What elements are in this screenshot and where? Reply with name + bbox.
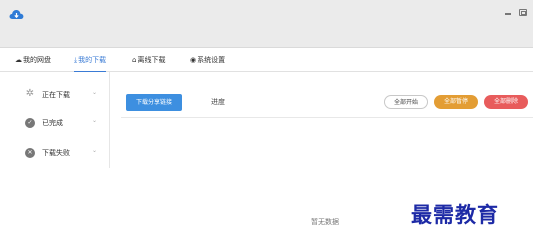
- sidebar-item-label: 下载失败: [42, 149, 70, 157]
- sidebar: ✲ 正在下载 ⌄ ✓ 已完成 ⌄ ✕ 下载失败 ⌄: [0, 72, 110, 168]
- tab-label: 我的网盘: [23, 56, 51, 64]
- progress-column-label: 进度: [211, 98, 225, 106]
- offline-download-icon: ⌂: [132, 56, 137, 64]
- download-icon: ⤓: [74, 56, 78, 64]
- tab-label: 我的下载: [78, 56, 107, 64]
- sidebar-item-downloading[interactable]: ✲ 正在下载 ⌄: [25, 88, 103, 102]
- tab-my-disk[interactable]: ☁我的网盘: [15, 48, 51, 72]
- delete-all-button[interactable]: 全部删除: [484, 95, 528, 109]
- maximize-icon[interactable]: [519, 9, 527, 16]
- sidebar-item-label: 已完成: [42, 119, 63, 127]
- cloud-icon: ☁: [15, 56, 22, 64]
- chevron-down-icon: ⌄: [92, 117, 98, 124]
- title-bar: [0, 0, 533, 48]
- spinner-icon: ✲: [25, 88, 35, 99]
- minimize-icon[interactable]: [505, 13, 511, 15]
- check-circle-icon: ✓: [25, 118, 35, 128]
- sidebar-item-completed[interactable]: ✓ 已完成 ⌄: [25, 116, 103, 130]
- divider: [121, 117, 533, 118]
- main-tabs: ☁我的网盘 ⤓我的下载 ⌂离线下载 ◉系统设置: [0, 48, 533, 72]
- download-share-link-button[interactable]: 下载分享链接: [126, 94, 182, 111]
- tab-label: 系统设置: [197, 56, 226, 64]
- settings-icon: ◉: [190, 56, 197, 64]
- cloud-download-icon[interactable]: [9, 8, 24, 21]
- sidebar-item-label: 正在下载: [42, 91, 70, 99]
- pause-all-button[interactable]: 全部暂停: [434, 95, 478, 109]
- sidebar-item-failed[interactable]: ✕ 下载失败 ⌄: [25, 146, 103, 160]
- watermark-logo: 最需教育: [411, 202, 499, 227]
- chevron-down-icon: ⌄: [92, 147, 98, 154]
- empty-state-text: 暂无数据: [311, 218, 339, 226]
- error-circle-icon: ✕: [25, 148, 35, 158]
- tab-my-downloads[interactable]: ⤓我的下载: [74, 48, 107, 72]
- chevron-down-icon: ⌄: [92, 89, 98, 96]
- tab-offline-download[interactable]: ⌂离线下载: [132, 48, 165, 72]
- start-all-button[interactable]: 全部开始: [384, 95, 428, 109]
- tab-settings[interactable]: ◉系统设置: [190, 48, 225, 72]
- tab-label: 离线下载: [137, 56, 166, 64]
